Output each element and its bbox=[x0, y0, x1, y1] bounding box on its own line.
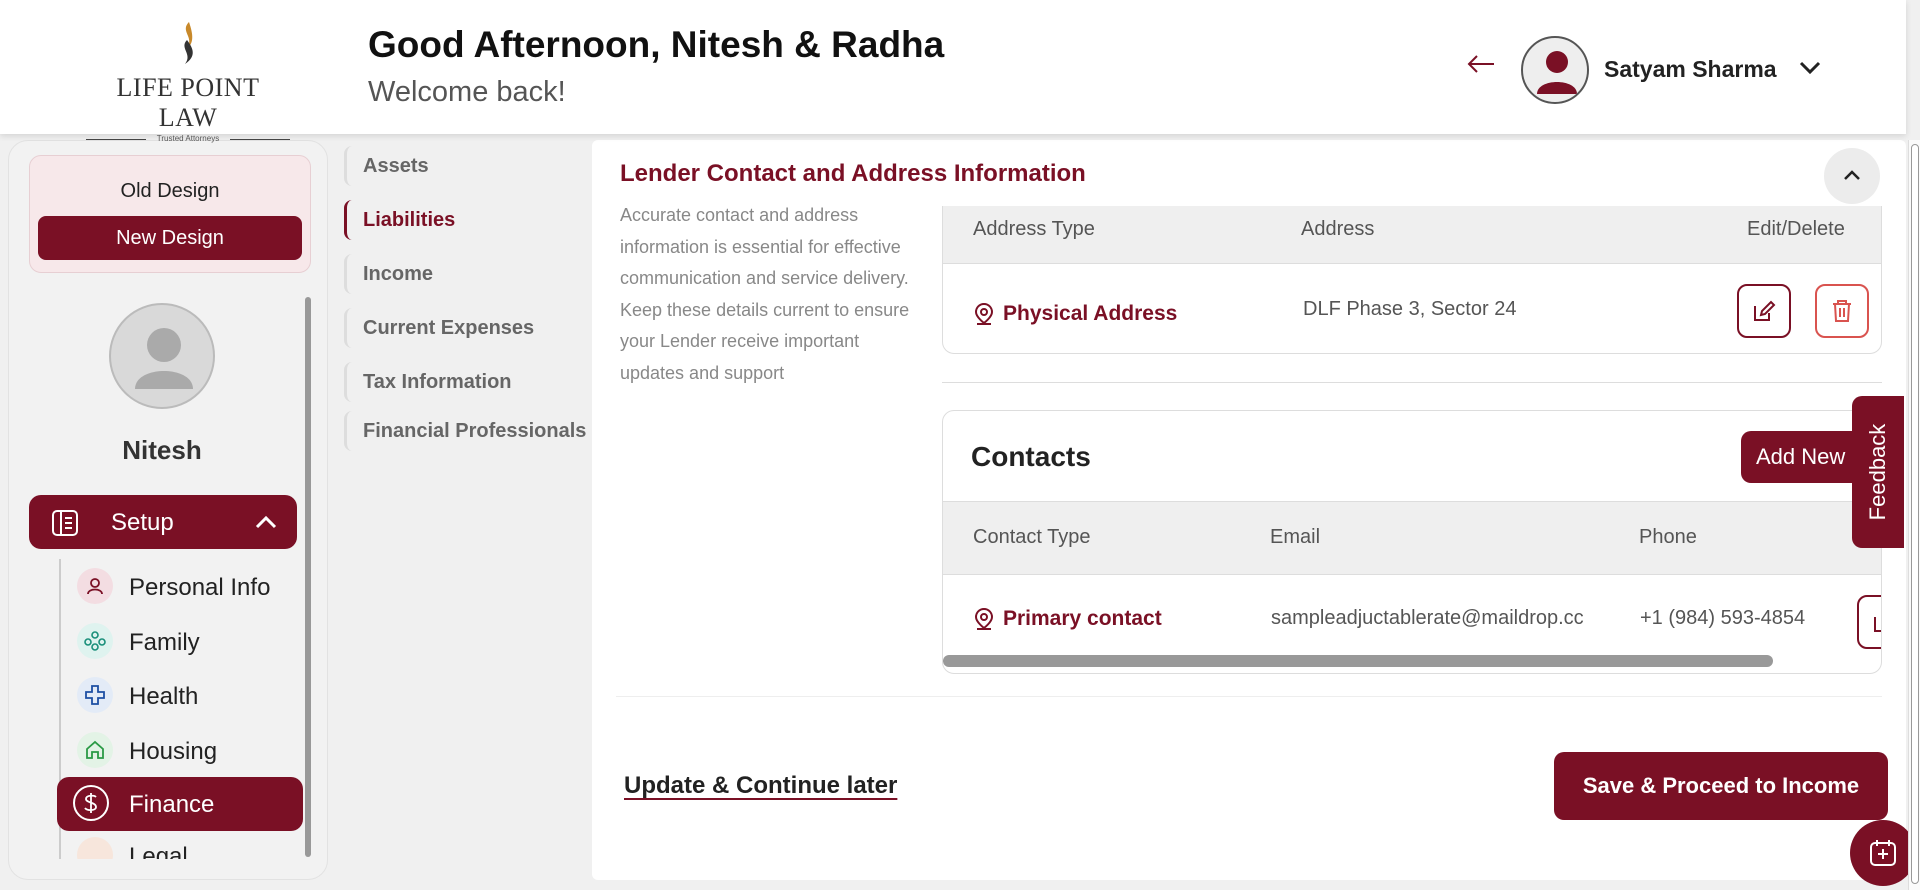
subnav-assets[interactable]: Assets bbox=[344, 146, 429, 186]
location-pin-icon bbox=[974, 607, 994, 630]
subnav-current-expenses[interactable]: Current Expenses bbox=[344, 308, 534, 348]
col-email: Email bbox=[1270, 526, 1321, 548]
contacts-table: Contacts Add New Contact Type Email Phon… bbox=[942, 410, 1882, 674]
setup-book-icon bbox=[52, 510, 78, 536]
divider bbox=[942, 382, 1882, 383]
sidebar: Old Design New Design Nitesh Setup Perso… bbox=[8, 140, 328, 880]
col-address: Address bbox=[1301, 218, 1375, 240]
sidebar-scrollbar[interactable] bbox=[305, 297, 311, 857]
welcome-subtitle: Welcome back! bbox=[368, 76, 566, 108]
user-silhouette-icon bbox=[1537, 51, 1577, 94]
edit-contact-button[interactable] bbox=[1857, 595, 1881, 649]
update-continue-later-link[interactable]: Update & Continue later bbox=[624, 772, 897, 800]
location-pin-icon bbox=[974, 302, 994, 325]
legal-icon bbox=[77, 837, 113, 859]
chevron-down-icon[interactable] bbox=[1798, 60, 1822, 76]
contact-phone-value: +1 (984) 593-4854 bbox=[1640, 607, 1806, 629]
sidebar-item-housing[interactable]: Housing bbox=[73, 727, 299, 773]
person-icon bbox=[77, 568, 113, 604]
old-design-option[interactable]: Old Design bbox=[30, 180, 310, 203]
col-edit-delete: Edit/Delete bbox=[1747, 218, 1845, 240]
top-header: LIFE POINT LAW Trusted Attorneys Good Af… bbox=[0, 0, 1906, 143]
collapse-section-button[interactable] bbox=[1824, 148, 1880, 204]
page-scrollbar-thumb[interactable] bbox=[1911, 144, 1919, 884]
sidebar-clip: Legal bbox=[57, 837, 303, 859]
address-table-header: Address Type Address Edit/Delete bbox=[943, 206, 1881, 264]
edit-button[interactable] bbox=[1737, 284, 1791, 338]
save-proceed-button[interactable]: Save & Proceed to Income bbox=[1554, 752, 1888, 820]
delete-button[interactable] bbox=[1815, 284, 1869, 338]
floating-action-button[interactable] bbox=[1850, 820, 1916, 886]
dollar-icon bbox=[73, 785, 109, 821]
sidebar-item-label: Finance bbox=[129, 791, 215, 818]
contacts-title: Contacts bbox=[971, 441, 1091, 472]
trash-icon bbox=[1833, 300, 1851, 322]
new-design-button[interactable]: New Design bbox=[38, 216, 302, 260]
sidebar-item-label: Health bbox=[129, 683, 199, 710]
sidebar-item-finance[interactable]: Finance bbox=[57, 777, 303, 831]
house-icon bbox=[77, 732, 113, 768]
finance-subnav: Assets Liabilities Income Current Expens… bbox=[340, 140, 590, 470]
health-cross-icon bbox=[77, 677, 113, 713]
section-title: Lender Contact and Address Information bbox=[620, 160, 1086, 187]
family-icon bbox=[77, 623, 113, 659]
profile-placeholder-icon bbox=[135, 328, 193, 389]
section-description: Accurate contact and address information… bbox=[620, 205, 910, 383]
design-switcher: Old Design New Design bbox=[29, 155, 311, 273]
user-avatar[interactable] bbox=[1521, 36, 1589, 104]
contact-email-value: sampleadjuctablerate@maildrop.cc bbox=[1271, 607, 1584, 629]
logo-name: LIFE POINT LAW bbox=[116, 73, 260, 132]
feedback-label: Feedback bbox=[1865, 423, 1890, 521]
greeting-title: Good Afternoon, Nitesh & Radha bbox=[368, 24, 945, 65]
setup-label: Setup bbox=[111, 509, 174, 536]
sidebar-item-label: Personal Info bbox=[129, 574, 271, 601]
profile-avatar[interactable] bbox=[109, 303, 215, 409]
sidebar-item-legal[interactable]: Legal bbox=[73, 837, 299, 859]
feedback-tab[interactable]: Feedback bbox=[1852, 396, 1904, 548]
subnav-income[interactable]: Income bbox=[344, 254, 433, 294]
col-address-type: Address Type bbox=[973, 218, 1095, 240]
profile-name: Nitesh bbox=[122, 435, 202, 465]
horizontal-scrollbar[interactable] bbox=[943, 655, 1773, 667]
address-table: Address Type Address Edit/Delete Physica… bbox=[942, 206, 1882, 354]
page-scrollbar[interactable] bbox=[1908, 140, 1920, 890]
address-type-value: Physical Address bbox=[1003, 302, 1178, 325]
col-phone: Phone bbox=[1639, 526, 1697, 548]
sidebar-item-health[interactable]: Health bbox=[73, 672, 299, 718]
edit-pencil-icon bbox=[1754, 300, 1776, 321]
address-value: DLF Phase 3, Sector 24 bbox=[1303, 298, 1517, 320]
main-panel: Lender Contact and Address Information A… bbox=[592, 140, 1906, 880]
setup-menu-toggle[interactable]: Setup bbox=[29, 495, 297, 549]
sidebar-item-label: Legal bbox=[129, 843, 188, 859]
divider bbox=[616, 696, 1882, 697]
user-name[interactable]: Satyam Sharma bbox=[1604, 56, 1777, 83]
sidebar-item-label: Housing bbox=[129, 738, 218, 765]
logo-tagline: Trusted Attorneys bbox=[86, 134, 290, 143]
contact-type-value: Primary contact bbox=[1003, 607, 1162, 630]
calendar-add-icon bbox=[1870, 840, 1896, 866]
flame-logo-icon bbox=[184, 22, 193, 64]
logo[interactable]: LIFE POINT LAW Trusted Attorneys bbox=[86, 20, 290, 143]
subnav-financial-professionals[interactable]: Financial Professionals bbox=[344, 411, 586, 451]
edit-pencil-icon bbox=[1874, 617, 1881, 632]
sidebar-item-personal-info[interactable]: Personal Info bbox=[73, 563, 299, 609]
subnav-liabilities[interactable]: Liabilities bbox=[344, 200, 455, 240]
contacts-table-header: Contact Type Email Phone bbox=[943, 501, 1881, 575]
back-arrow-icon[interactable] bbox=[1466, 54, 1496, 74]
col-contact-type: Contact Type bbox=[973, 526, 1091, 548]
chevron-up-icon bbox=[255, 515, 277, 529]
chevron-up-icon bbox=[1844, 170, 1860, 180]
sidebar-item-family[interactable]: Family bbox=[73, 618, 299, 664]
subnav-tax-information[interactable]: Tax Information bbox=[344, 362, 512, 402]
sidebar-item-label: Family bbox=[129, 629, 200, 656]
